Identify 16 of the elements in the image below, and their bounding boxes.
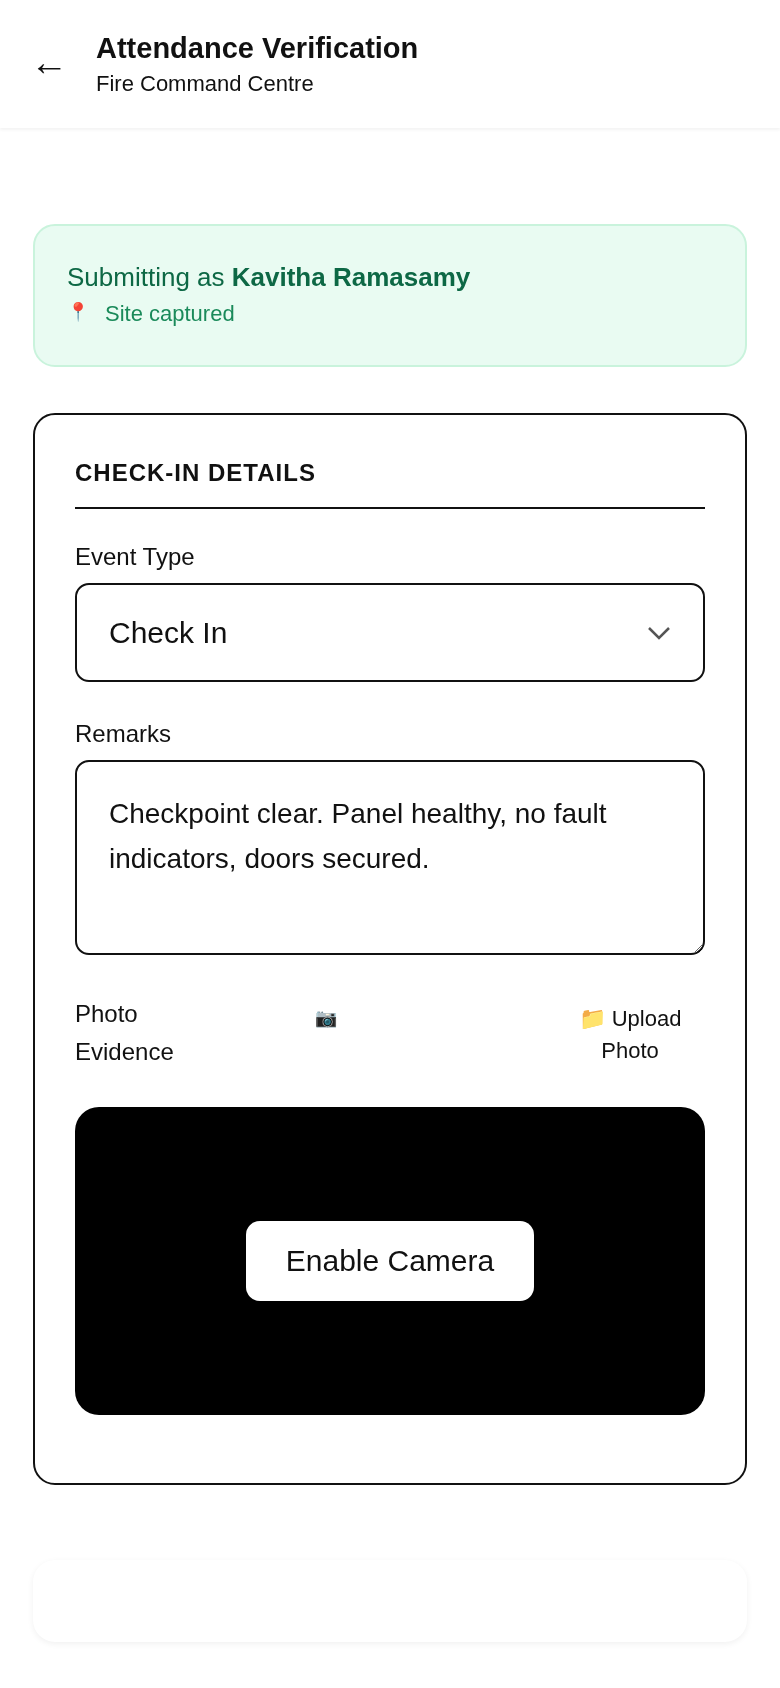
- chevron-down-icon: [647, 625, 671, 640]
- back-button[interactable]: ←: [30, 43, 68, 81]
- enable-camera-button[interactable]: Enable Camera: [246, 1221, 534, 1301]
- location-status: Site captured: [105, 301, 235, 327]
- pin-icon: 📍: [67, 301, 89, 327]
- upload-photo-button[interactable]: 📁 Upload Photo: [555, 1003, 705, 1067]
- page-subtitle: Fire Command Centre: [96, 70, 315, 97]
- event-type-select[interactable]: Check In: [75, 583, 705, 682]
- camera-button[interactable]: 📷: [315, 1007, 337, 1029]
- section-heading: CHECK-IN DETAILS: [75, 459, 317, 487]
- remarks-field[interactable]: Checkpoint clear. Panel healthy, no fault indicators, doors secured.: [75, 760, 705, 955]
- field-label: Remarks: [75, 720, 172, 748]
- page-title: Attendance Verification: [96, 31, 419, 65]
- field-label: Photo Evidence: [75, 999, 175, 1068]
- field-label: Event Type: [75, 543, 196, 571]
- submitter-text: Submitting as Kavitha Ramasamy: [67, 262, 472, 293]
